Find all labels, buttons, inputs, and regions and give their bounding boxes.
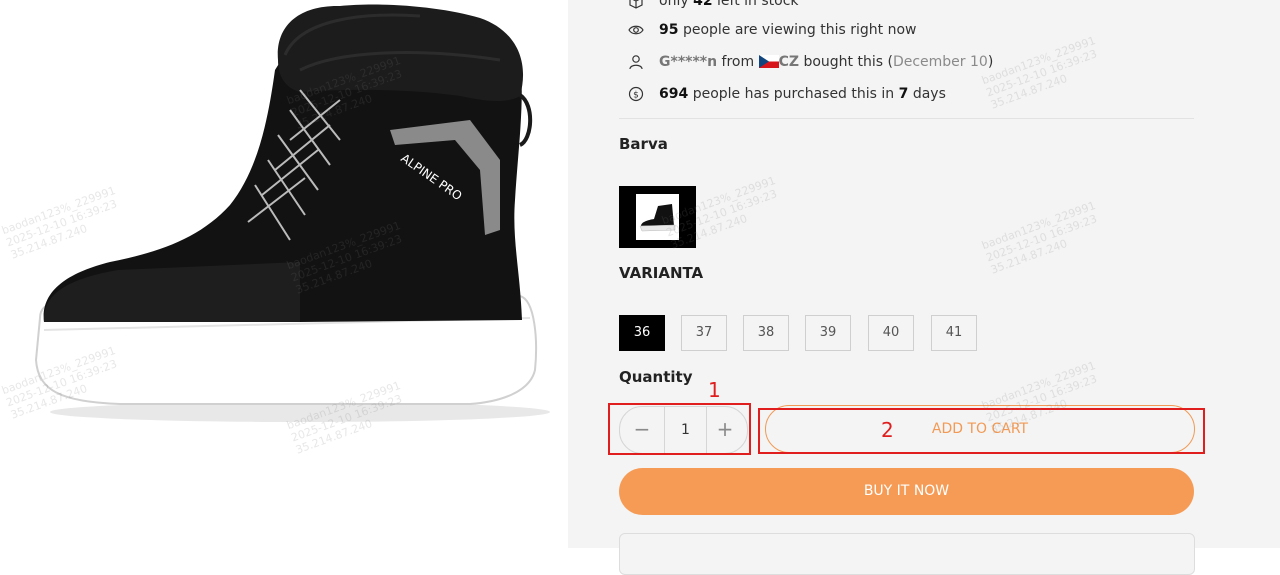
svg-text:$: $	[633, 91, 639, 101]
product-image[interactable]: ALPINE PRO	[0, 0, 568, 548]
color-label: Barva	[619, 135, 668, 153]
product-image-panel: ALPINE PRO baodan123%_229991 2025-12-10 …	[0, 0, 568, 548]
swatch-thumbnail	[636, 194, 679, 240]
size-option-39[interactable]: 39	[805, 315, 851, 351]
size-option-40[interactable]: 40	[868, 315, 914, 351]
annotation-box-2	[758, 408, 1205, 454]
viewing-text: 95 people are viewing this right now	[659, 22, 917, 38]
boot-thumbnail-icon	[639, 204, 676, 232]
annotation-label-2: 2	[881, 418, 894, 442]
quantity-label: Quantity	[619, 368, 693, 386]
user-icon	[629, 55, 643, 70]
czech-flag-icon	[758, 55, 779, 68]
annotation-label-1: 1	[708, 378, 721, 402]
buy-it-now-button[interactable]: BUY IT NOW	[619, 468, 1194, 515]
color-swatch-black[interactable]	[619, 186, 696, 248]
divider	[619, 118, 1194, 119]
size-option-38[interactable]: 38	[743, 315, 789, 351]
eye-icon	[628, 25, 644, 35]
variant-label: VARIANTA	[619, 264, 704, 282]
country-code: CZ	[778, 54, 800, 70]
dollar-coin-icon: $	[628, 86, 644, 102]
annotation-box-1	[608, 403, 751, 455]
next-section-box	[619, 533, 1195, 575]
bought-date: December 10	[892, 54, 988, 70]
size-option-36[interactable]: 36	[619, 315, 665, 351]
box-icon	[629, 0, 643, 9]
purchased-text: 694 people has purchased this in 7 days	[659, 86, 946, 102]
stock-text: only 42 left in stock	[659, 0, 799, 9]
size-option-41[interactable]: 41	[931, 315, 977, 351]
buyer-name: G*****n	[659, 54, 718, 70]
size-option-37[interactable]: 37	[681, 315, 727, 351]
recent-buyer-text: G*****n from CZ bought this (December 10…	[659, 54, 994, 70]
